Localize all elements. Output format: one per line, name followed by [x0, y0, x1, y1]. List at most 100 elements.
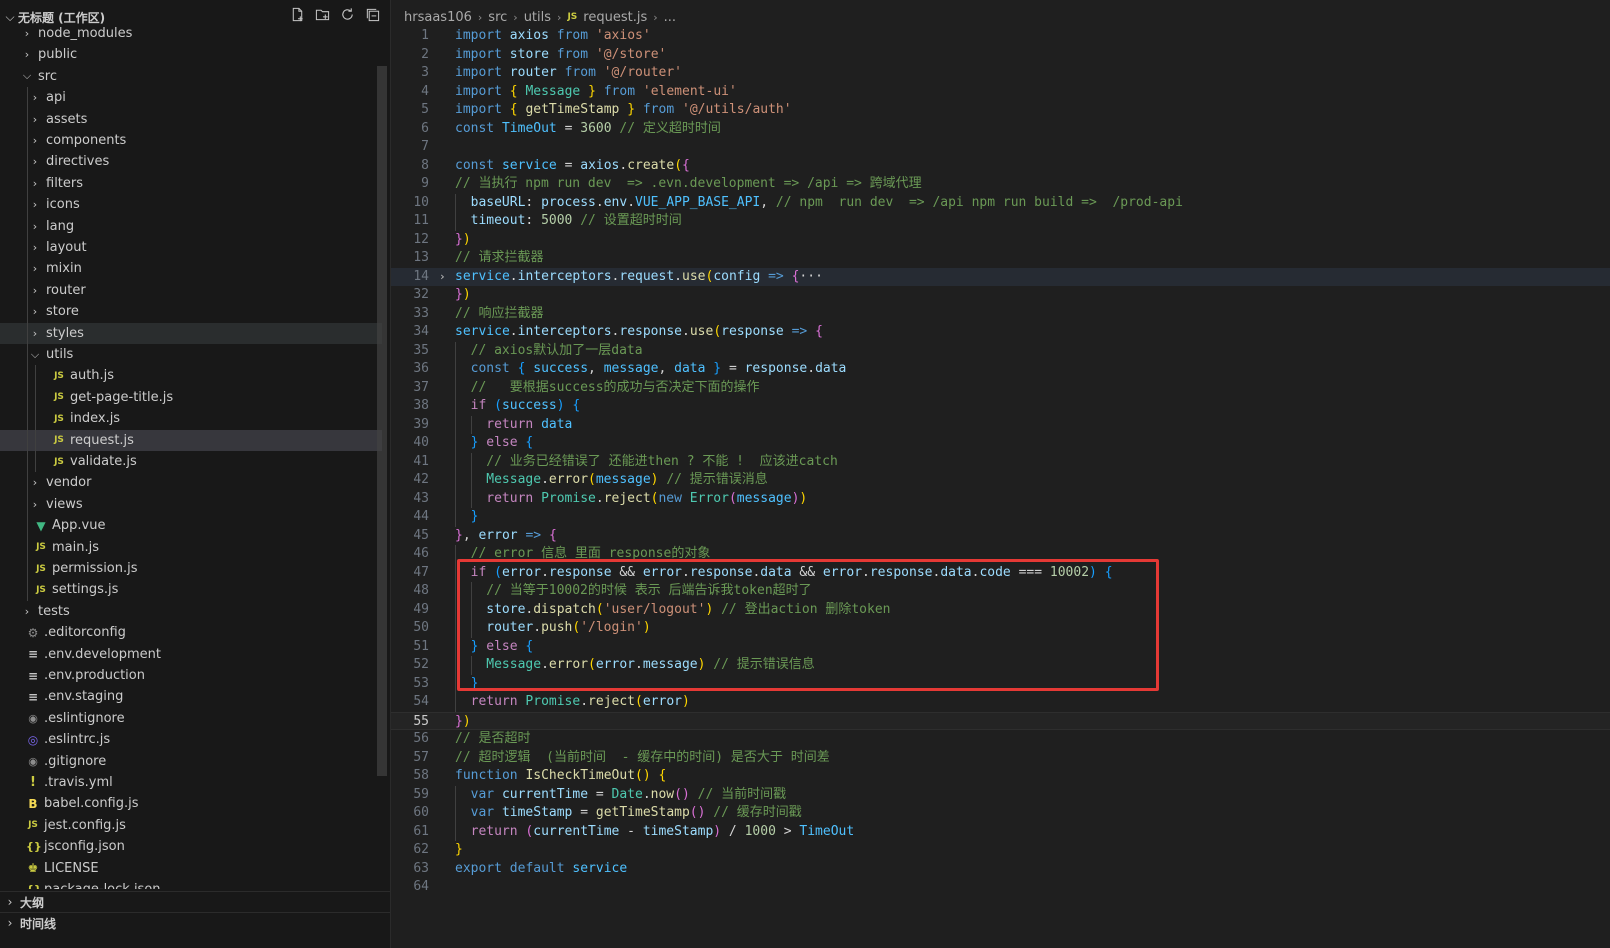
tree-file[interactable]: ≡ .env.production: [0, 665, 382, 686]
code-line[interactable]: 58 function IsCheckTimeOut() {: [391, 767, 1610, 786]
code-line[interactable]: 4 import { Message } from 'element-ui': [391, 83, 1610, 102]
code-line[interactable]: 35 // axios默认加了一层data: [391, 341, 1610, 360]
code-line[interactable]: 5 import { getTimeStamp } from '@/utils/a…: [391, 101, 1610, 120]
collapse-all-icon[interactable]: [364, 6, 380, 22]
tree-file[interactable]: JS get-page-title.js: [0, 387, 382, 408]
tree-file[interactable]: JS validate.js: [0, 451, 382, 472]
code-line[interactable]: 55}): [391, 711, 1610, 730]
tree-folder[interactable]: › api: [0, 87, 382, 108]
tree-file[interactable]: JS jest.config.js: [0, 815, 382, 836]
tree-file[interactable]: JS permission.js: [0, 558, 382, 579]
code-line[interactable]: 1 import axios from 'axios': [391, 27, 1610, 46]
code-line[interactable]: 46 // error 信息 里面 response的对象: [391, 545, 1610, 564]
code-line[interactable]: 63 export default service: [391, 860, 1610, 879]
code-line[interactable]: 53}: [391, 674, 1610, 693]
tree-folder[interactable]: › public: [0, 44, 382, 65]
tree-folder[interactable]: › icons: [0, 194, 382, 215]
tree-file[interactable]: ♚ LICENSE: [0, 858, 382, 879]
code-line[interactable]: 7: [391, 138, 1610, 157]
code-line[interactable]: 10 baseURL: process.env.VUE_APP_BASE_API,…: [391, 193, 1610, 212]
tree-file[interactable]: ≡ .env.staging: [0, 686, 382, 707]
tree-folder[interactable]: ⌵ src: [0, 66, 382, 87]
tree-file[interactable]: ! .travis.yml: [0, 772, 382, 793]
tree-file[interactable]: JS index.js: [0, 408, 382, 429]
code-line[interactable]: 8 const service = axios.create({: [391, 157, 1610, 176]
code-line[interactable]: 50 router.push('/login'): [391, 619, 1610, 638]
tree-folder[interactable]: › mixin: [0, 258, 382, 279]
code-line[interactable]: 59 var currentTime = Date.now() // 当前时间戳: [391, 785, 1610, 804]
tree-file[interactable]: Bbabel.config.js: [0, 793, 382, 814]
tree-folder[interactable]: › views: [0, 494, 382, 515]
tree-folder[interactable]: › router: [0, 280, 382, 301]
tree-file[interactable]: ◉ .eslintignore: [0, 708, 382, 729]
tree-folder[interactable]: › node_modules: [0, 23, 382, 44]
tree-folder[interactable]: › store: [0, 301, 382, 322]
code-line[interactable]: 9 // 当执行 npm run dev => .evn.development …: [391, 175, 1610, 194]
code-line[interactable]: 61 return (currentTime - timeStamp) / 100…: [391, 822, 1610, 841]
tree-folder[interactable]: › styles: [0, 322, 382, 344]
tree-file[interactable]: ◎ .eslintrc.js: [0, 729, 382, 750]
code-line[interactable]: 42 Message.error(message) // 提示错误消息: [391, 471, 1610, 490]
tree-folder[interactable]: ⌵ utils: [0, 344, 382, 365]
code-line[interactable]: 56 // 是否超时: [391, 730, 1610, 749]
code-line[interactable]: 12}): [391, 231, 1610, 250]
code-line[interactable]: 49 store.dispatch('user/logout') // 登出act…: [391, 600, 1610, 619]
code-line[interactable]: 57 // 超时逻辑 (当前时间 - 缓存中的时间) 是否大于 时间差: [391, 749, 1610, 768]
timeline-panel-header[interactable]: › 时间线: [0, 912, 390, 933]
tree-folder[interactable]: › vendor: [0, 472, 382, 493]
code-line[interactable]: 47 if (error.response && error.response.d…: [391, 563, 1610, 582]
tree-file[interactable]: JS main.js: [0, 537, 382, 558]
fold-chevron-icon[interactable]: ›: [439, 268, 446, 287]
new-folder-icon[interactable]: [314, 6, 330, 22]
outline-panel-header[interactable]: › 大纲: [0, 891, 390, 912]
tree-file[interactable]: ≡ .env.development: [0, 644, 382, 665]
code-line[interactable]: 38 if (success) {: [391, 397, 1610, 416]
code-line[interactable]: 48 // 当等于10002的时候 表示 后端告诉我token超时了: [391, 582, 1610, 601]
code-line[interactable]: 60 var timeStamp = getTimeStamp() // 缓存时间…: [391, 804, 1610, 823]
breadcrumb-item[interactable]: utils: [524, 10, 551, 25]
tree-file[interactable]: {}package-lock.json: [0, 879, 382, 889]
code-line[interactable]: 43 return Promise.reject(new Error(messag…: [391, 489, 1610, 508]
breadcrumb-file[interactable]: request.js: [583, 10, 647, 25]
sidebar-scrollbar[interactable]: [377, 66, 387, 776]
code-line[interactable]: 64: [391, 878, 1610, 897]
code-line[interactable]: 39 return data: [391, 415, 1610, 434]
code-line[interactable]: 3 import router from '@/router': [391, 64, 1610, 83]
code-editor[interactable]: hrsaas106 › src › utils › JS request.js …: [391, 0, 1610, 948]
code-line[interactable]: 6 const TimeOut = 3600 // 定义超时时间: [391, 120, 1610, 139]
refresh-icon[interactable]: [339, 6, 355, 22]
tree-folder[interactable]: › directives: [0, 151, 382, 172]
code-line[interactable]: 45}, error => {: [391, 527, 1610, 546]
tree-file[interactable]: JS settings.js: [0, 579, 382, 600]
code-line[interactable]: 37 // 要根据success的成功与否决定下面的操作: [391, 378, 1610, 397]
breadcrumb-tail[interactable]: ...: [664, 10, 676, 25]
breadcrumb-item[interactable]: src: [488, 10, 507, 25]
code-line[interactable]: 52 Message.error(error.message) // 提示错误信息: [391, 656, 1610, 675]
tree-folder[interactable]: › layout: [0, 237, 382, 258]
code-line[interactable]: 11 timeout: 5000 // 设置超时时间: [391, 212, 1610, 231]
tree-file[interactable]: ◉ .gitignore: [0, 751, 382, 772]
tree-folder[interactable]: › tests: [0, 601, 382, 622]
new-file-icon[interactable]: [289, 6, 305, 22]
breadcrumb-item[interactable]: hrsaas106: [404, 10, 472, 25]
code-line[interactable]: 40} else {: [391, 434, 1610, 453]
tree-folder[interactable]: › lang: [0, 216, 382, 237]
code-line[interactable]: 44}: [391, 508, 1610, 527]
code-line[interactable]: 2 import store from '@/store': [391, 46, 1610, 65]
tree-file[interactable]: ⚙ .editorconfig: [0, 622, 382, 643]
code-line[interactable]: 32}): [391, 286, 1610, 305]
tree-file[interactable]: {} jsconfig.json: [0, 836, 382, 857]
code-line[interactable]: 51} else {: [391, 637, 1610, 656]
code-line[interactable]: 36 const { success, message, data } = res…: [391, 360, 1610, 379]
code-line[interactable]: 62}: [391, 841, 1610, 860]
code-line[interactable]: 14 › service.interceptors.request.use(conf…: [391, 267, 1610, 287]
tree-folder[interactable]: › assets: [0, 109, 382, 130]
code-line[interactable]: 13 // 请求拦截器: [391, 249, 1610, 268]
code-line[interactable]: 33 // 响应拦截器: [391, 305, 1610, 324]
tree-folder[interactable]: › components: [0, 130, 382, 151]
code-line[interactable]: 54 return Promise.reject(error): [391, 693, 1610, 712]
tree-file[interactable]: JS request.js: [0, 429, 382, 451]
code-line[interactable]: 41 // 业务已经错误了 还能进then ? 不能 ! 应该进catch: [391, 452, 1610, 471]
tree-file[interactable]: JS auth.js: [0, 365, 382, 386]
tree-folder[interactable]: › filters: [0, 173, 382, 194]
